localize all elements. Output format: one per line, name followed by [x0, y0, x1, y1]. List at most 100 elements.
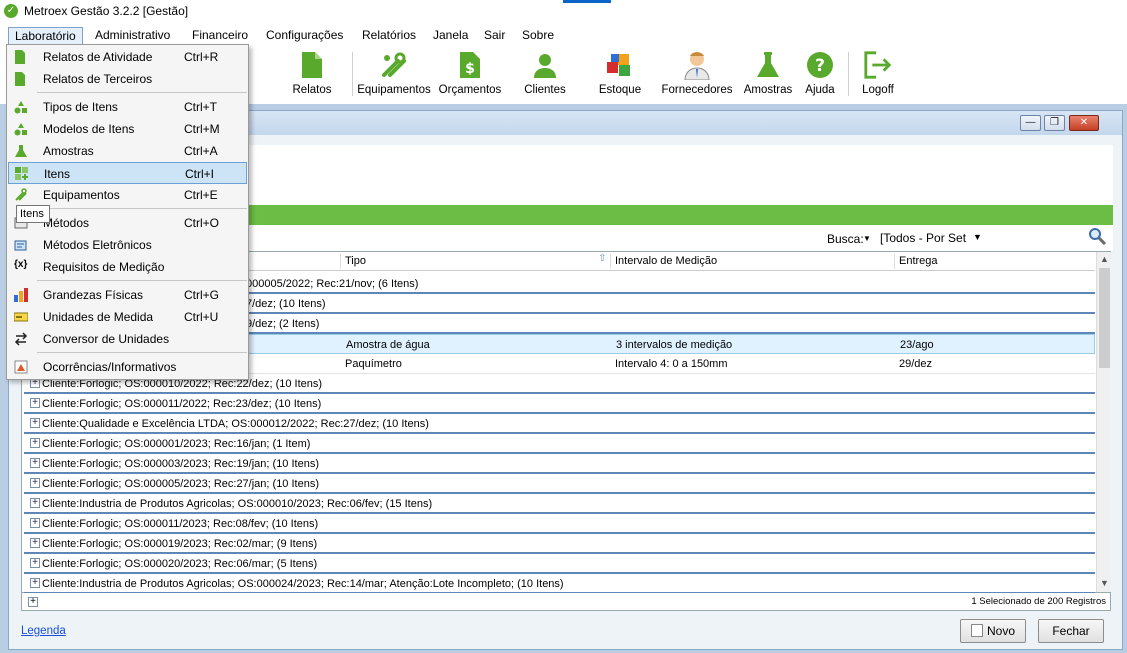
group-row[interactable]: + Cliente:Forlogic; OS:000011/2022; Rec:2… [24, 394, 1095, 414]
toolbar-ajuda-label: Ajuda [805, 84, 835, 96]
menu-item-ocorrencias[interactable]: Ocorrências/Informativos [8, 356, 247, 378]
search-filter-select[interactable]: [Todos - Por Set [877, 229, 985, 247]
toolbar-relatos-button[interactable]: Relatos [286, 46, 338, 102]
menu-sobre[interactable]: Sobre [516, 27, 560, 45]
menu-relatorios[interactable]: Relatórios [356, 27, 422, 45]
menu-sair[interactable]: Sair [478, 27, 511, 45]
menu-item-requisitos-medicao[interactable]: {x} Requisitos de Medição [8, 256, 247, 278]
help-icon: ? [805, 50, 835, 80]
expand-icon[interactable]: + [30, 578, 40, 588]
cell-intervalo: 3 intervalos de medição [616, 339, 733, 351]
menu-item-modelos-itens[interactable]: Modelos de Itens Ctrl+M [8, 118, 247, 140]
menu-item-unidades-medida[interactable]: Unidades de Medida Ctrl+U [8, 306, 247, 328]
search-icon[interactable] [1088, 227, 1107, 248]
budget-document-icon: $ [455, 50, 485, 80]
group-row[interactable]: + Cliente:Forlogic; OS:000003/2023; Rec:1… [24, 454, 1095, 474]
toolbar-clientes-button[interactable]: Clientes [520, 46, 570, 102]
column-header-entrega[interactable]: Entrega [899, 255, 938, 267]
minimize-button[interactable]: — [1020, 115, 1041, 131]
converter-icon [14, 332, 28, 346]
chevron-down-icon[interactable]: ▼ [973, 232, 982, 242]
supplier-person-icon [682, 50, 712, 80]
group-row[interactable]: + Cliente:Forlogic; OS:000019/2023; Rec:0… [24, 534, 1095, 554]
toolbar-orcamentos-button[interactable]: $ Orçamentos [436, 46, 504, 102]
toolbar-logoff-label: Logoff [862, 84, 894, 96]
group-row-text: Cliente:Forlogic; OS:000001/2023; Rec:16… [42, 438, 311, 450]
menu-item-shortcut: Ctrl+I [185, 167, 215, 181]
group-row[interactable]: + Cliente:Qualidade e Excelência LTDA; OS… [24, 414, 1095, 434]
menu-item-relatos-atividade[interactable]: Relatos de Atividade Ctrl+R [8, 46, 247, 68]
menu-separator [37, 92, 247, 93]
expand-icon[interactable]: + [30, 558, 40, 568]
group-row[interactable]: + Cliente:Forlogic; OS:000020/2023; Rec:0… [24, 554, 1095, 574]
menu-administrativo[interactable]: Administrativo [89, 27, 176, 45]
expand-icon[interactable]: + [30, 438, 40, 448]
restore-button[interactable]: ❐ [1044, 115, 1065, 131]
window-title: Metroex Gestão 3.2.2 [Gestão] [24, 4, 189, 18]
expand-icon[interactable]: + [30, 418, 40, 428]
expand-icon[interactable]: + [30, 478, 40, 488]
menu-item-shortcut: Ctrl+T [184, 100, 217, 114]
expand-all-icon[interactable]: + [28, 597, 38, 607]
expand-icon[interactable]: + [30, 458, 40, 468]
menu-item-conversor-unidades[interactable]: Conversor de Unidades [8, 328, 247, 350]
document-icon [14, 50, 28, 64]
group-row-text: 9/dez; (2 Itens) [246, 318, 320, 330]
cell-tipo: Amostra de água [346, 339, 430, 351]
menu-configuracoes[interactable]: Configurações [260, 27, 349, 45]
group-row[interactable]: + Cliente:Forlogic; OS:000001/2023; Rec:1… [24, 434, 1095, 454]
toolbar-logoff-button[interactable]: Logoff [854, 46, 902, 102]
scrollbar-thumb[interactable] [1099, 268, 1110, 368]
menu-item-equipamentos[interactable]: Equipamentos Ctrl+E [8, 184, 247, 206]
menu-item-label: Modelos de Itens [43, 122, 135, 136]
toolbar-ajuda-button[interactable]: ? Ajuda [800, 46, 840, 102]
menu-item-label: Unidades de Medida [43, 310, 154, 324]
toolbar-amostras-button[interactable]: Amostras [742, 46, 794, 102]
shapes-icon [14, 122, 28, 136]
cell-intervalo: Intervalo 4: 0 a 150mm [615, 358, 728, 370]
menu-item-grandezas-fisicas[interactable]: Grandezas Físicas Ctrl+G [8, 284, 247, 306]
toolbar-fornecedores-button[interactable]: Fornecedores [660, 46, 734, 102]
grid-scrollbar[interactable]: ▲ ▼ [1096, 252, 1111, 592]
toolbar-estoque-label: Estoque [598, 84, 642, 96]
group-row[interactable]: + Cliente:Industria de Produtos Agricolas… [24, 574, 1095, 594]
group-row[interactable]: + Cliente:Industria de Produtos Agricolas… [24, 494, 1095, 514]
group-row-text: Cliente:Forlogic; OS:000011/2022; Rec:23… [42, 398, 322, 410]
svg-text:?: ? [815, 56, 825, 76]
menu-financeiro[interactable]: Financeiro [186, 27, 254, 45]
menu-laboratorio[interactable]: Laboratório [8, 27, 83, 45]
scroll-up-icon[interactable]: ▲ [1100, 254, 1109, 264]
person-icon [530, 50, 560, 80]
search-label[interactable]: Busca: [827, 232, 864, 246]
menu-item-tipos-itens[interactable]: Tipos de Itens Ctrl+T [8, 96, 247, 118]
expand-icon[interactable]: + [30, 538, 40, 548]
menu-item-label: Relatos de Atividade [43, 50, 153, 64]
column-header-intervalo[interactable]: Intervalo de Medição [615, 255, 717, 267]
toolbar-estoque-button[interactable]: Estoque [596, 46, 644, 102]
menu-item-label: Tipos de Itens [43, 100, 118, 114]
expand-icon[interactable]: + [30, 518, 40, 528]
grid-footer: + 1 Selecionado de 200 Registros [21, 593, 1111, 611]
expand-icon[interactable]: + [30, 398, 40, 408]
group-row-text: Cliente:Forlogic; OS:000011/2023; Rec:08… [42, 518, 319, 530]
close-window-button[interactable]: ✕ [1069, 115, 1099, 131]
sort-up-icon[interactable]: ⇧ [598, 253, 606, 264]
search-label-arrow-icon[interactable]: ▼ [863, 234, 871, 243]
scroll-down-icon[interactable]: ▼ [1100, 578, 1109, 588]
menu-janela[interactable]: Janela [427, 27, 474, 45]
menu-item-label: Métodos Eletrônicos [43, 238, 152, 252]
menu-item-itens[interactable]: Itens Ctrl+I [8, 162, 247, 184]
toolbar-equipamentos-button[interactable]: Equipamentos [356, 46, 432, 102]
group-row[interactable]: + Cliente:Forlogic; OS:000011/2023; Rec:0… [24, 514, 1095, 534]
column-header-tipo[interactable]: Tipo [345, 255, 366, 267]
group-row[interactable]: + Cliente:Forlogic; OS:000005/2023; Rec:2… [24, 474, 1095, 494]
close-button[interactable]: Fechar [1038, 619, 1104, 643]
menu-item-amostras[interactable]: Amostras Ctrl+A [8, 140, 247, 162]
expand-icon[interactable]: + [30, 498, 40, 508]
menu-item-metodos-eletronicos[interactable]: Métodos Eletrônicos [8, 234, 247, 256]
menu-item-label: Ocorrências/Informativos [43, 360, 177, 374]
group-row-text: Cliente:Forlogic; OS:000003/2023; Rec:19… [42, 458, 319, 470]
menu-item-relatos-terceiros[interactable]: Relatos de Terceiros [8, 68, 247, 90]
legend-link[interactable]: Legenda [21, 625, 66, 637]
new-button[interactable]: Novo [960, 619, 1026, 643]
